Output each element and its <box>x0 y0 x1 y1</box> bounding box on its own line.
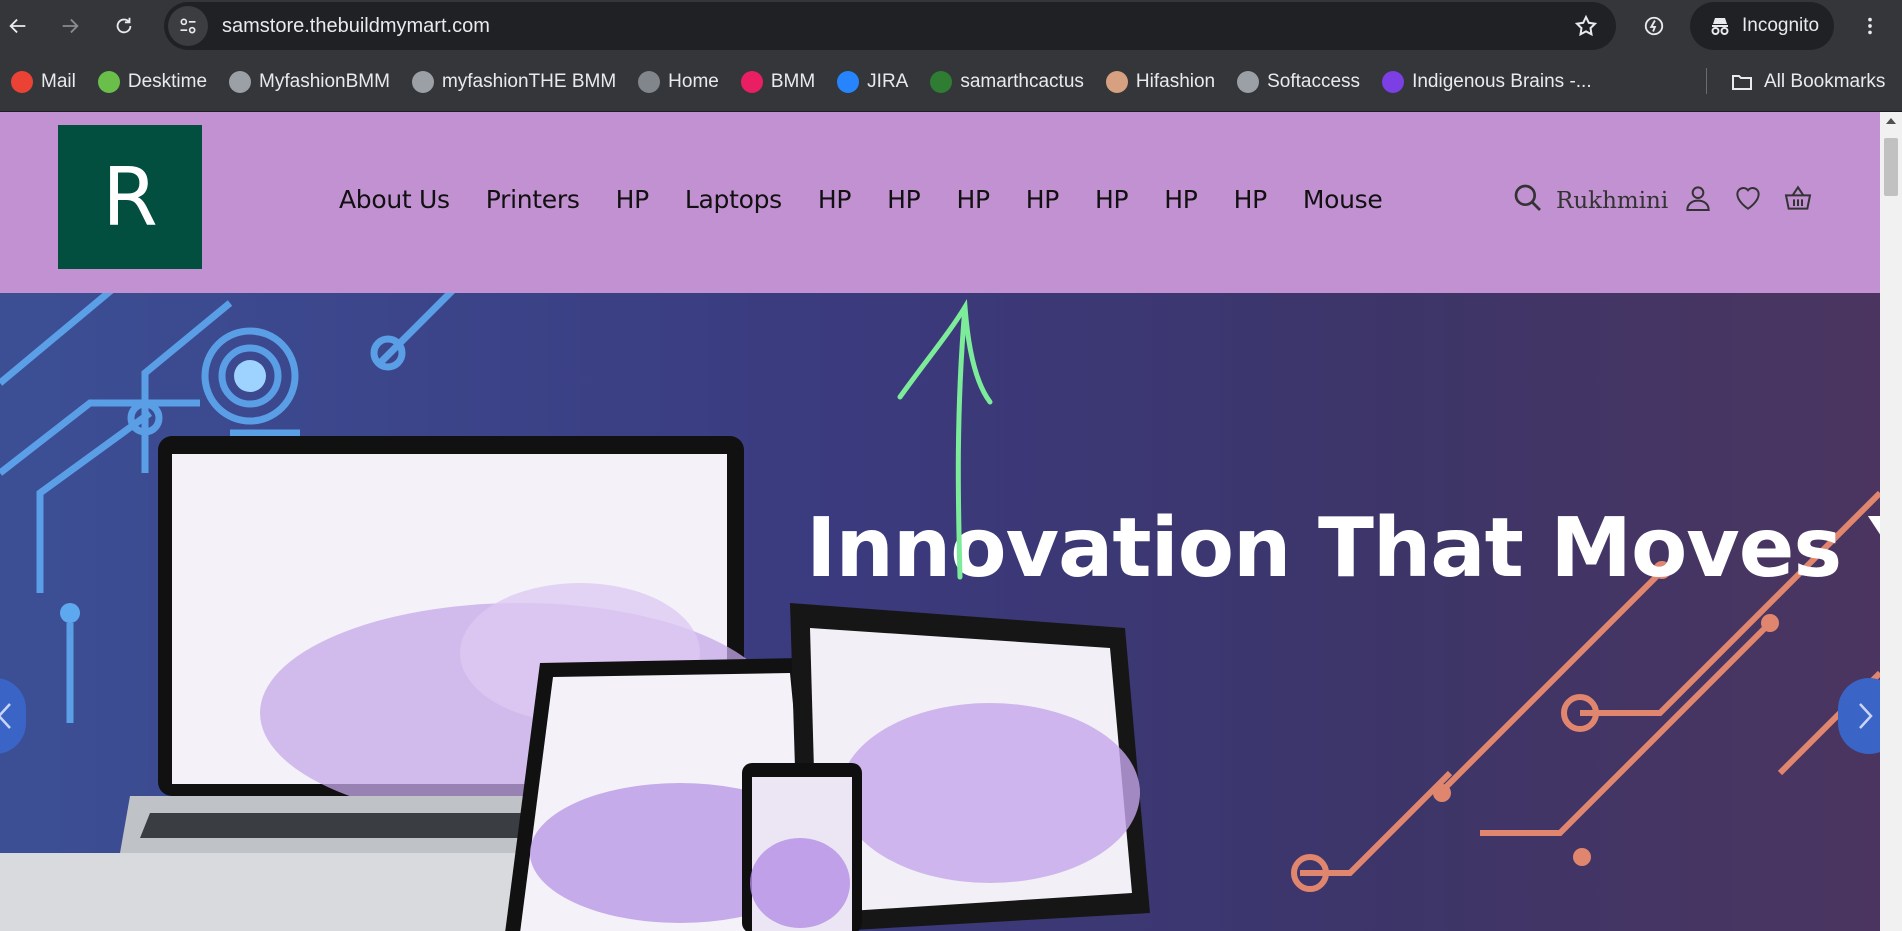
cactus-icon <box>930 70 953 93</box>
logo-letter: R <box>102 150 158 244</box>
bookmark-label: Softaccess <box>1267 70 1361 92</box>
star-icon <box>1574 14 1598 37</box>
bookmark-label: BMM <box>770 70 816 92</box>
bookmark-item[interactable]: JIRA <box>826 64 919 100</box>
nav-link[interactable]: HP <box>616 185 650 214</box>
bookmark-label: Indigenous Brains -... <box>1412 70 1592 92</box>
bookmarks-bar: Mail Desktime MyfashionBMM myfashionTHE BMM… <box>0 52 1902 112</box>
extension-button[interactable] <box>1636 8 1672 44</box>
globe-icon <box>229 70 252 93</box>
url-text[interactable]: samstore.thebuildmymart.com <box>222 15 490 38</box>
bookmark-item[interactable]: MyfashionBMM <box>218 64 401 100</box>
bookmark-label: myfashionTHE BMM <box>441 70 617 92</box>
incognito-icon <box>1711 18 1729 35</box>
bookmark-label: Home <box>668 70 719 92</box>
header-actions: Rukhmini <box>1512 182 1814 219</box>
bookmark-label: Desktime <box>127 70 208 92</box>
bookmark-item[interactable]: Indigenous Brains -... <box>1371 64 1603 100</box>
arrow-right-icon <box>62 18 79 34</box>
all-bookmarks-label: All Bookmarks <box>1764 71 1886 92</box>
bookmarks-divider <box>1706 68 1707 94</box>
carousel-next-button[interactable] <box>1838 678 1880 754</box>
account-username[interactable]: Rukhmini <box>1556 188 1668 214</box>
page-scrollbar[interactable] <box>1880 112 1902 931</box>
nav-link[interactable]: HP <box>956 185 990 214</box>
arrow-left-icon <box>9 18 26 34</box>
bookmark-label: samarthcactus <box>960 70 1084 92</box>
nav-link[interactable]: Printers <box>486 185 580 214</box>
nav-link[interactable]: HP <box>1234 185 1268 214</box>
bookmark-star-button[interactable] <box>1574 14 1598 43</box>
desktime-icon <box>97 70 120 93</box>
bookmark-item[interactable]: samarthcactus <box>919 64 1095 100</box>
wishlist-button[interactable] <box>1732 182 1764 219</box>
nav-link[interactable]: Laptops <box>685 185 782 214</box>
bookmark-label: Hifashion <box>1135 70 1216 92</box>
scroll-up-arrow[interactable] <box>1886 118 1896 124</box>
nav-link[interactable]: HP <box>1095 185 1129 214</box>
globe-icon <box>638 70 661 93</box>
bookmark-item[interactable]: Mail <box>0 64 87 100</box>
bookmark-item[interactable]: Desktime <box>87 64 218 100</box>
folder-icon <box>1732 75 1752 90</box>
nav-link[interactable]: HP <box>818 185 852 214</box>
incognito-label: Incognito <box>1742 15 1820 36</box>
site-info-button[interactable] <box>168 6 208 46</box>
tune-icon <box>180 18 196 34</box>
bookmark-item[interactable]: Home <box>627 64 730 100</box>
bookmark-label: Mail <box>41 70 76 92</box>
bookmark-item[interactable]: myfashionTHE BMM <box>401 64 627 100</box>
hifashion-icon <box>1105 70 1128 93</box>
more-vert-icon <box>1868 17 1872 35</box>
heart-icon <box>1736 187 1760 210</box>
hero-banner: Innovation That Moves You <box>0 293 1880 931</box>
basket-icon <box>1784 185 1812 210</box>
browser-toolbar: samstore.thebuildmymart.com Incognito <box>0 0 1902 52</box>
account-button[interactable] <box>1682 182 1714 219</box>
gmail-icon <box>11 70 33 93</box>
nav-link[interactable]: HP <box>1026 185 1060 214</box>
chevron-left-icon <box>0 703 11 729</box>
user-icon <box>1686 186 1710 211</box>
nav-link[interactable]: About Us <box>339 185 450 214</box>
reload-icon <box>116 17 132 34</box>
nav-link[interactable]: HP <box>887 185 921 214</box>
reload-button[interactable] <box>106 8 142 44</box>
bookmark-item[interactable]: Softaccess <box>1226 64 1371 100</box>
chevron-right-icon <box>1859 703 1873 729</box>
main-nav: About Us Printers HP Laptops HP HP HP HP HP HP HP M… <box>339 185 1418 214</box>
page-viewport: R About Us Printers HP Laptops HP HP HP HP HP HP H… <box>0 112 1880 931</box>
hero-artwork <box>0 293 1880 931</box>
site-header: R About Us Printers HP Laptops HP HP HP HP HP HP H… <box>0 112 1880 293</box>
globe-icon <box>411 70 434 93</box>
indigenous-icon <box>1382 70 1405 93</box>
search-button[interactable] <box>1512 182 1544 219</box>
address-bar[interactable]: samstore.thebuildmymart.com <box>164 2 1616 50</box>
nav-link[interactable]: HP <box>1164 185 1198 214</box>
nav-link[interactable]: Mouse <box>1303 185 1383 214</box>
bmm-icon <box>740 70 763 93</box>
bookmark-label: JIRA <box>867 70 909 92</box>
globe-icon <box>1237 70 1260 93</box>
browser-menu-button[interactable] <box>1852 8 1888 44</box>
back-button[interactable] <box>0 8 36 44</box>
performance-icon <box>1644 16 1664 36</box>
cart-button[interactable] <box>1782 182 1814 219</box>
bookmark-item[interactable]: Hifashion <box>1095 64 1226 100</box>
incognito-indicator[interactable]: Incognito <box>1690 2 1834 50</box>
all-bookmarks-button[interactable]: All Bookmarks <box>1730 52 1885 112</box>
forward-button[interactable] <box>52 8 88 44</box>
scroll-thumb[interactable] <box>1884 138 1898 196</box>
jira-icon <box>837 70 860 93</box>
bookmark-label: MyfashionBMM <box>259 70 390 92</box>
search-icon <box>1514 184 1541 211</box>
hero-title: Innovation That Moves You <box>806 501 1880 596</box>
bookmark-item[interactable]: BMM <box>730 64 826 100</box>
site-logo[interactable]: R <box>58 125 202 269</box>
